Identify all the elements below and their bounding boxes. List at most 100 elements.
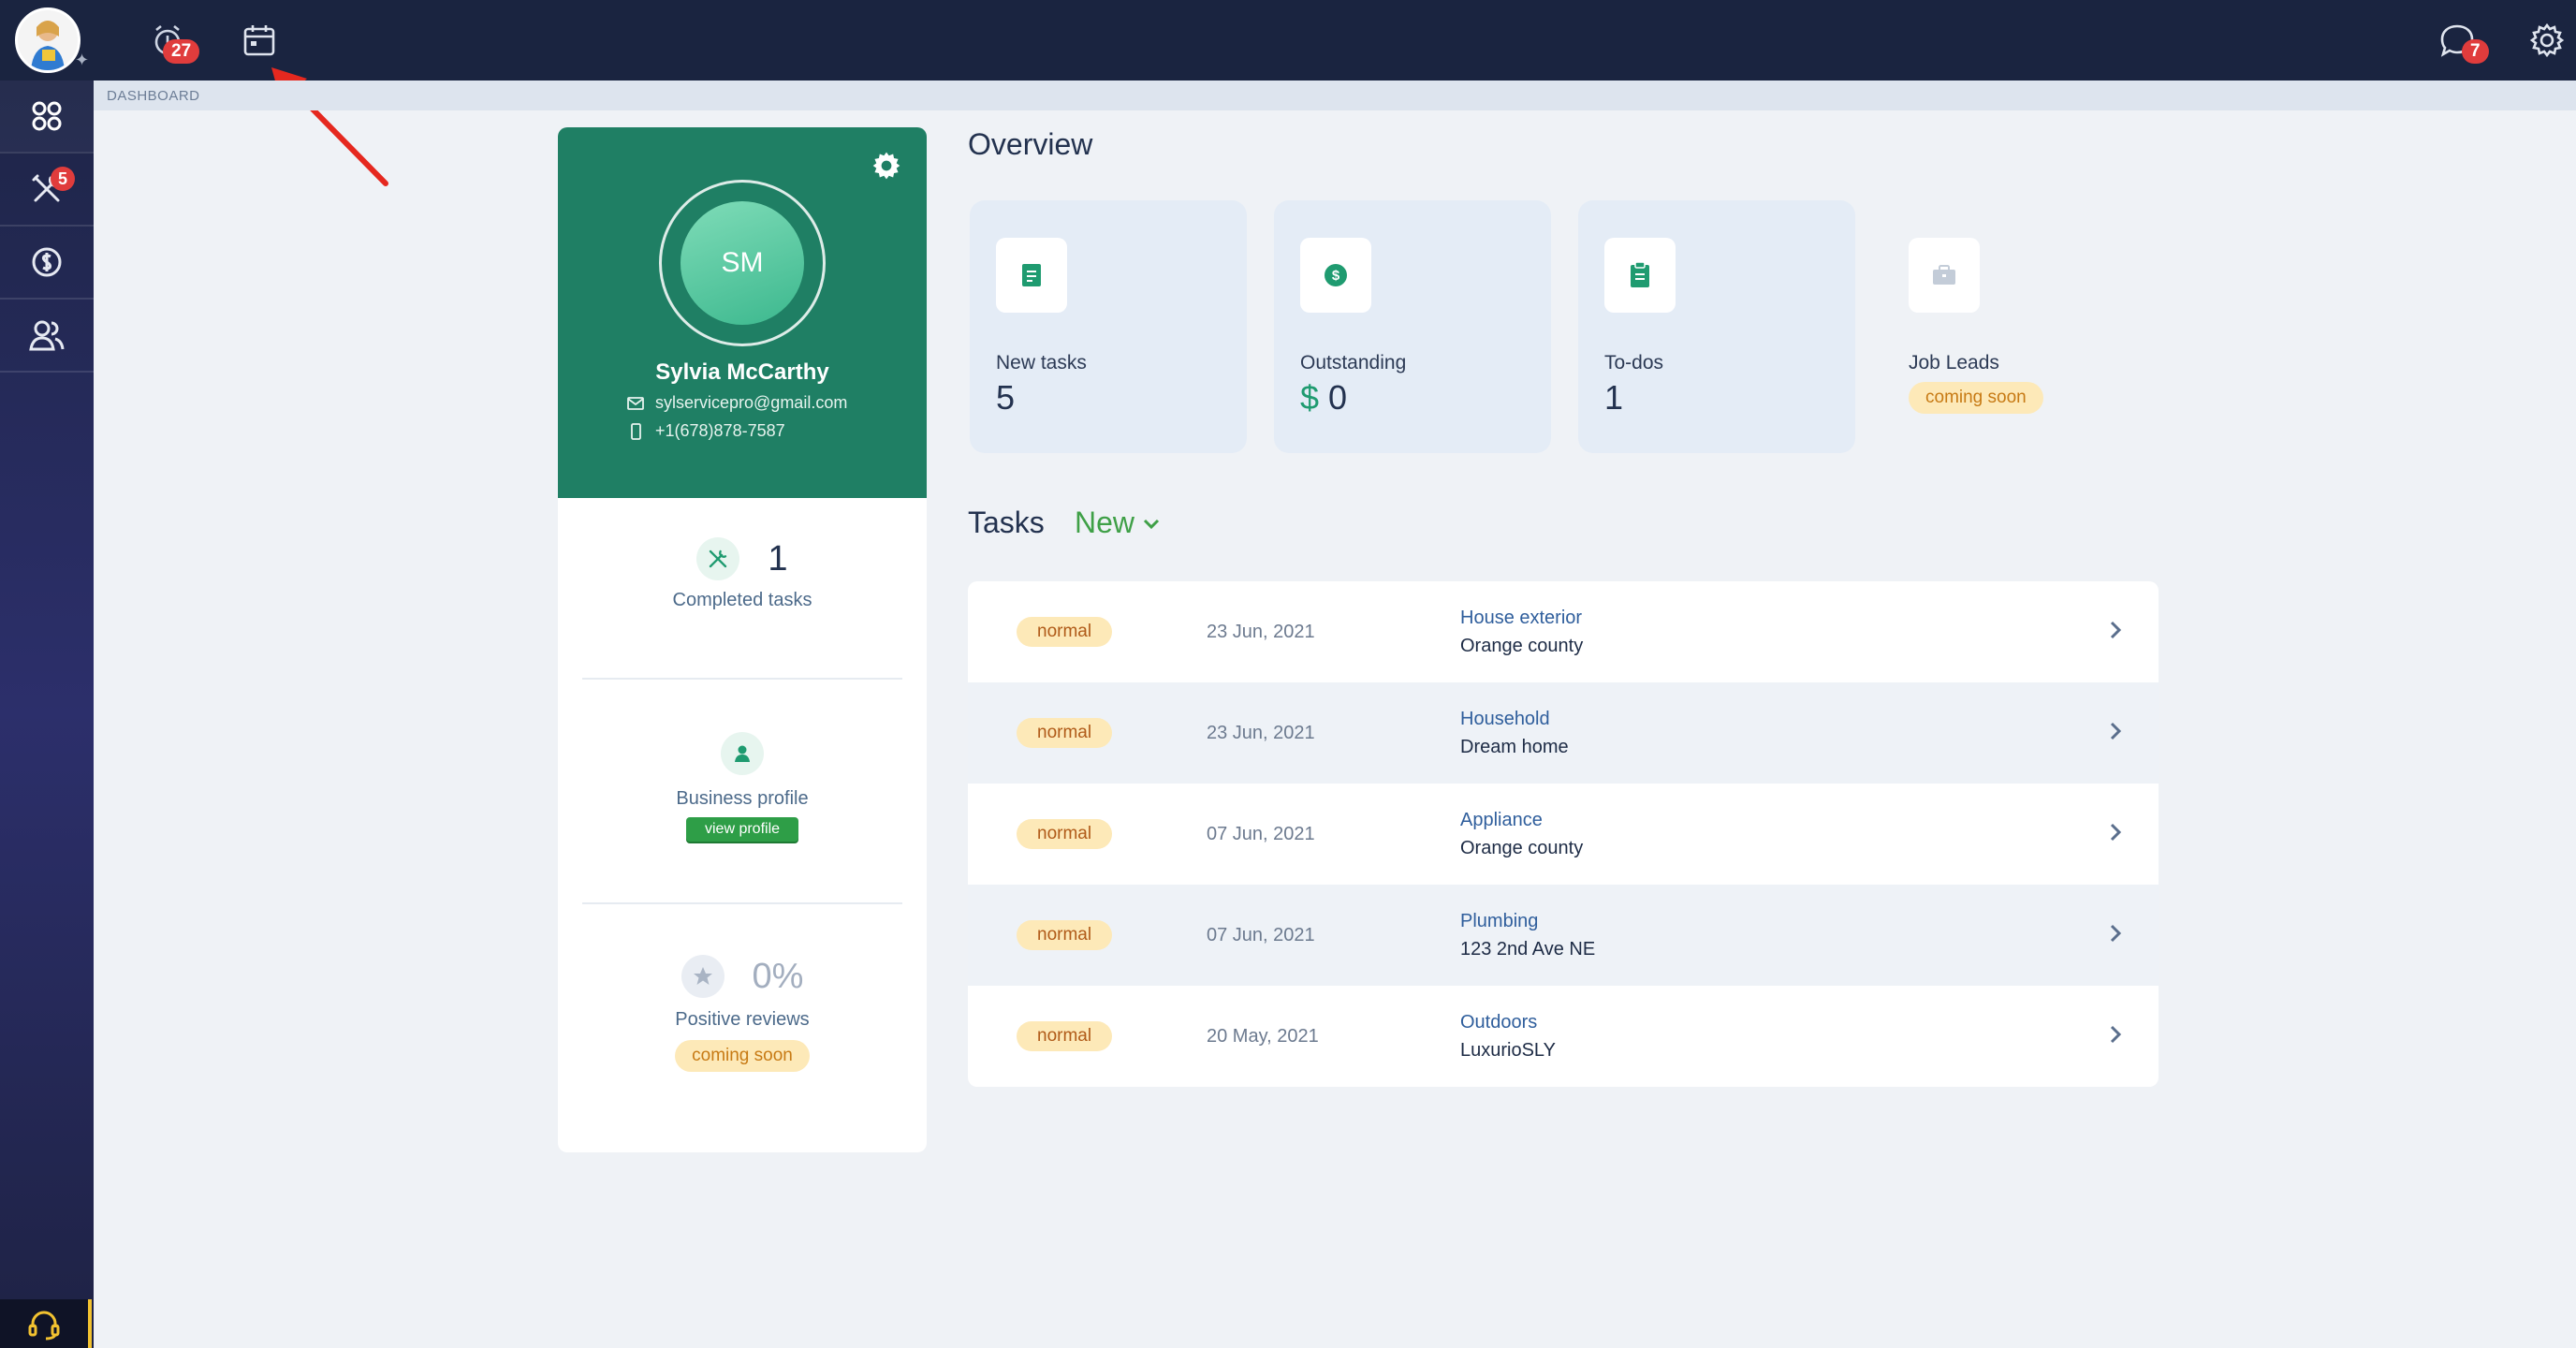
- profile-phone[interactable]: +1(678)878-7587: [655, 421, 785, 441]
- dashboard-icon: [32, 101, 62, 131]
- outstanding-amount: 0: [1328, 378, 1348, 417]
- profile-email[interactable]: sylservicepro@gmail.com: [655, 393, 847, 413]
- task-category: Household: [1460, 709, 1550, 729]
- overview-value: 5: [996, 378, 1016, 417]
- sidebar-item-tools[interactable]: 5: [0, 154, 94, 225]
- task-category: Appliance: [1460, 810, 1543, 830]
- task-location: Orange county: [1460, 838, 1584, 858]
- gear-icon: [872, 152, 900, 180]
- chevron-right-icon[interactable]: [2108, 821, 2123, 843]
- svg-text:$: $: [1332, 268, 1340, 284]
- priority-badge: normal: [1017, 920, 1113, 950]
- priority-badge: normal: [1017, 617, 1113, 647]
- profile-card: SM Sylvia McCarthy sylservicepro@gmail.c…: [558, 127, 927, 1152]
- overview-icon-box: $: [1300, 238, 1371, 313]
- messages-badge: 7: [2462, 39, 2489, 64]
- overview-card-outstanding[interactable]: $ Outstanding $ 0: [1274, 200, 1551, 453]
- tools-icon-circle: [696, 537, 740, 580]
- view-profile-button[interactable]: view profile: [685, 817, 799, 842]
- breadcrumb-bar: DASHBOARD: [94, 81, 2576, 110]
- alarm-badge: 27: [163, 39, 200, 64]
- task-date: 07 Jun, 2021: [1207, 824, 1315, 844]
- profile-header: SM Sylvia McCarthy sylservicepro@gmail.c…: [558, 127, 927, 498]
- chevron-right-icon[interactable]: [2108, 619, 2123, 641]
- reviews-percent: 0%: [752, 956, 804, 996]
- overview-value: 1: [1604, 378, 1624, 417]
- avatar-ring: SM: [659, 180, 826, 346]
- chevron-right-icon[interactable]: [2108, 922, 2123, 945]
- task-category: House exterior: [1460, 608, 1583, 628]
- overview-card-new-tasks[interactable]: New tasks 5: [970, 200, 1247, 453]
- overview-icon-box: [1909, 238, 1980, 313]
- task-location: Orange county: [1460, 636, 1584, 656]
- task-category: Plumbing: [1460, 911, 1539, 931]
- task-location: 123 2nd Ave NE: [1460, 939, 1596, 960]
- star-icon: [693, 967, 712, 985]
- task-location: LuxurioSLY: [1460, 1040, 1556, 1061]
- sidebar-item-dashboard[interactable]: [0, 81, 94, 152]
- tasks-filter-dropdown[interactable]: New: [1075, 506, 1161, 540]
- settings-button[interactable]: [2524, 17, 2570, 64]
- chevron-down-icon: [1143, 519, 1160, 529]
- overview-icon-box: [1604, 238, 1676, 313]
- overview-card-todos[interactable]: To-dos 1: [1578, 200, 1855, 453]
- messages-button[interactable]: 7: [2434, 17, 2489, 64]
- business-profile-block: Business profile view profile: [558, 732, 927, 842]
- overview-label: New tasks: [996, 352, 1087, 374]
- currency-symbol: $: [1300, 378, 1320, 417]
- gear-icon: [2529, 22, 2565, 58]
- job-leads-coming-soon-badge: coming soon: [1909, 382, 2043, 414]
- mail-icon: [627, 396, 644, 410]
- clipboard-icon: [1631, 261, 1649, 287]
- business-profile-label: Business profile: [676, 788, 809, 809]
- overview-label: Outstanding: [1300, 352, 1407, 374]
- task-row[interactable]: normal 07 Jun, 2021 Plumbing 123 2nd Ave…: [968, 885, 2159, 986]
- users-icon: [29, 320, 65, 351]
- chevron-right-icon[interactable]: [2108, 1023, 2123, 1046]
- tools-badge: 5: [51, 167, 76, 191]
- pin-icon: ✦: [75, 51, 90, 69]
- task-row[interactable]: normal 23 Jun, 2021 Household Dream home: [968, 682, 2159, 784]
- task-row[interactable]: normal 23 Jun, 2021 House exterior Orang…: [968, 581, 2159, 682]
- person-icon-circle: [721, 732, 764, 775]
- tasks-title: Tasks: [968, 506, 1045, 539]
- sidebar-item-payments[interactable]: [0, 227, 94, 298]
- overview-label: Job Leads: [1909, 352, 1999, 374]
- overview-card-job-leads: Job Leads coming soon: [1882, 200, 2159, 453]
- sidebar: 5: [0, 81, 94, 1348]
- dollar-icon: $: [1325, 264, 1347, 286]
- card-divider: [582, 678, 902, 680]
- alarm-button[interactable]: 27: [144, 17, 200, 64]
- calendar-button[interactable]: [236, 17, 283, 64]
- sidebar-item-contacts[interactable]: [0, 300, 94, 371]
- profile-settings-button[interactable]: [871, 150, 902, 186]
- completed-count: 1: [768, 538, 788, 579]
- tasks-filter-value: New: [1075, 506, 1135, 539]
- task-date: 23 Jun, 2021: [1207, 723, 1315, 743]
- task-date: 07 Jun, 2021: [1207, 925, 1315, 945]
- calendar-icon: [243, 25, 275, 56]
- breadcrumb: DASHBOARD: [107, 88, 200, 104]
- task-row[interactable]: normal 07 Jun, 2021 Appliance Orange cou…: [968, 784, 2159, 885]
- profile-phone-line: +1(678)878-7587: [627, 421, 785, 441]
- tasks-list: normal 23 Jun, 2021 House exterior Orang…: [968, 581, 2159, 1087]
- dollar-circle-icon: [32, 247, 62, 277]
- chevron-right-icon[interactable]: [2108, 720, 2123, 742]
- priority-badge: normal: [1017, 819, 1113, 849]
- user-avatar[interactable]: ✦: [15, 7, 89, 73]
- phone-icon: [631, 422, 641, 440]
- headset-icon: [28, 1311, 60, 1341]
- task-row[interactable]: normal 20 May, 2021 Outdoors LuxurioSLY: [968, 986, 2159, 1087]
- priority-badge: normal: [1017, 1021, 1113, 1051]
- overview-title: Overview: [968, 127, 1093, 161]
- overview-value: $ 0: [1300, 378, 1347, 418]
- overview-label: To-dos: [1604, 352, 1664, 374]
- person-icon: [735, 745, 750, 762]
- positive-reviews-block: 0% Positive reviews coming soon: [558, 955, 927, 1072]
- profile-initials: SM: [681, 201, 804, 325]
- support-button[interactable]: [0, 1299, 92, 1348]
- document-icon: [1022, 264, 1041, 286]
- task-location: Dream home: [1460, 737, 1569, 757]
- profile-email-line: sylservicepro@gmail.com: [627, 393, 847, 413]
- tools-icon: [710, 549, 727, 568]
